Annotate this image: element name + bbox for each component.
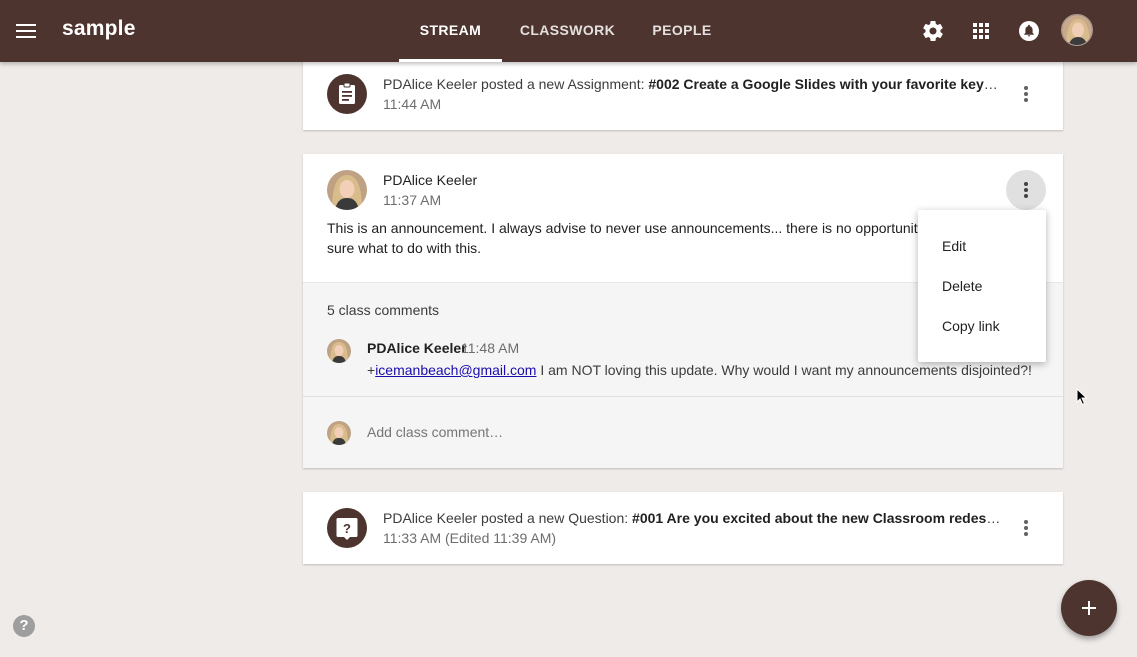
more-vert-icon[interactable]: [1006, 508, 1046, 548]
comment-body: I am NOT loving this update. Why would I…: [536, 362, 1032, 378]
question-post-time: 11:33 AM (Edited 11:39 AM): [383, 530, 557, 546]
tab-stream[interactable]: STREAM: [399, 0, 502, 62]
comment-text: +icemanbeach@gmail.com I am NOT loving t…: [367, 362, 1032, 378]
assignment-post-card[interactable]: PDAlice Keeler posted a new Assignment: …: [303, 58, 1063, 130]
comments-count[interactable]: 5 class comments: [327, 302, 439, 318]
apps-grid-icon[interactable]: [969, 19, 993, 43]
svg-text:?: ?: [343, 521, 351, 536]
post-options-menu: Edit Delete Copy link: [918, 210, 1046, 362]
assignment-title[interactable]: #002 Create a Google Slides with your fa…: [648, 76, 998, 92]
menu-item-edit[interactable]: Edit: [918, 226, 1046, 266]
question-post-card[interactable]: ? PDAlice Keeler posted a new Question: …: [303, 492, 1063, 564]
assignment-post-prefix: PDAlice Keeler posted a new Assignment:: [383, 76, 649, 92]
top-app-bar: sample STREAM CLASSWORK PEOPLE: [0, 0, 1137, 62]
more-vert-icon[interactable]: [1006, 170, 1046, 210]
account-avatar[interactable]: [1061, 14, 1093, 46]
assignment-post-text[interactable]: PDAlice Keeler posted a new Assignment: …: [383, 76, 998, 92]
question-post-prefix: PDAlice Keeler posted a new Question:: [383, 510, 633, 526]
cursor-icon: [1076, 388, 1088, 406]
add-icon[interactable]: [1061, 580, 1117, 636]
announcement-author: PDAlice Keeler: [383, 172, 478, 188]
gear-icon[interactable]: [921, 19, 945, 43]
comment-time: 11:48 AM: [461, 340, 520, 356]
tab-people[interactable]: PEOPLE: [633, 0, 731, 62]
add-comment-row: [303, 396, 1063, 468]
assignment-icon: [327, 74, 367, 114]
comment-author: PDAlice Keeler: [367, 340, 467, 356]
menu-item-delete[interactable]: Delete: [918, 266, 1046, 306]
question-post-text[interactable]: PDAlice Keeler posted a new Question: #0…: [383, 510, 1003, 526]
menu-icon[interactable]: [14, 19, 38, 43]
help-icon[interactable]: ?: [13, 615, 35, 637]
question-title[interactable]: #001 Are you excited about the new Class…: [632, 510, 1003, 526]
mention-plus: +: [367, 362, 376, 378]
mention-link[interactable]: icemanbeach@gmail.com: [375, 362, 536, 378]
add-comment-input[interactable]: [367, 424, 967, 440]
question-icon: ?: [327, 508, 367, 548]
menu-item-copy-link[interactable]: Copy link: [918, 306, 1046, 346]
tab-classwork[interactable]: CLASSWORK: [502, 0, 633, 62]
notifications-icon[interactable]: [1017, 19, 1041, 43]
tab-bar: STREAM CLASSWORK PEOPLE: [399, 0, 731, 62]
assignment-post-time: 11:44 AM: [383, 96, 442, 112]
author-avatar: [327, 170, 367, 210]
more-vert-icon[interactable]: [1006, 74, 1046, 114]
class-title[interactable]: sample: [62, 17, 136, 41]
commenter-avatar: [327, 339, 351, 363]
my-avatar: [327, 421, 351, 445]
announcement-time: 11:37 AM: [383, 192, 442, 208]
